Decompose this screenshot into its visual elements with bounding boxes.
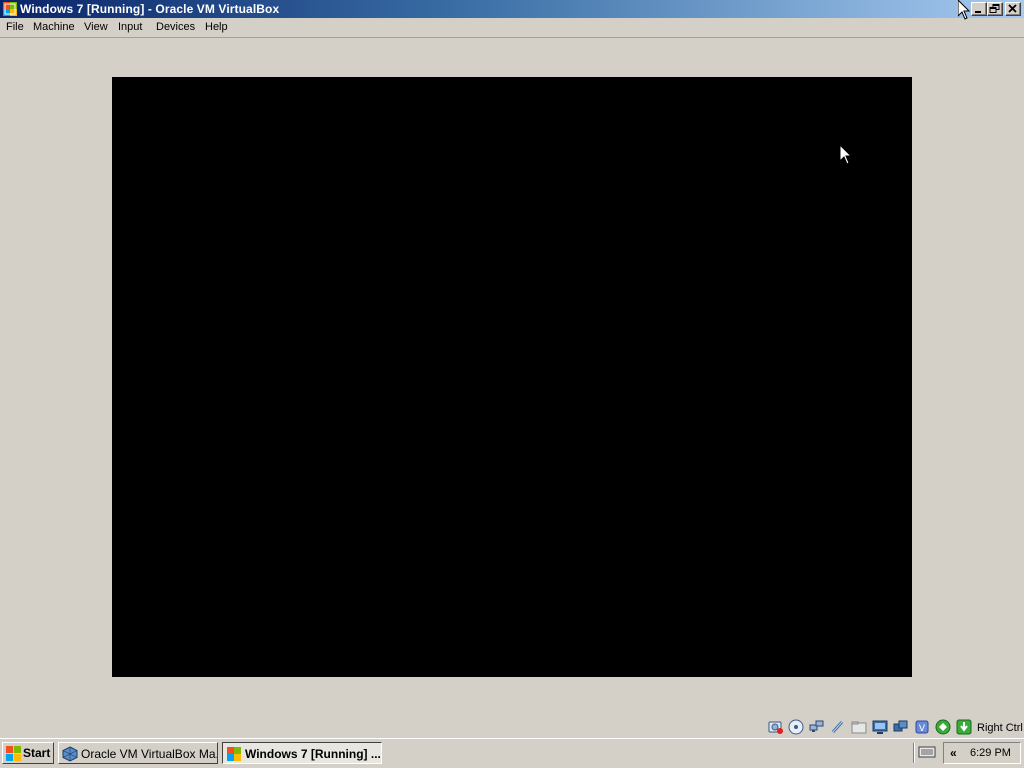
show-hidden-icons-icon[interactable]: « bbox=[950, 746, 957, 760]
shared-folder-icon[interactable] bbox=[851, 719, 867, 735]
vm-display[interactable] bbox=[112, 77, 912, 677]
taskbar: Start Oracle VM VirtualBox Ma... Windows… bbox=[0, 738, 1024, 768]
virtualbox-icon bbox=[62, 746, 78, 762]
usb-icon[interactable] bbox=[830, 719, 846, 735]
task-label: Windows 7 [Running] ... bbox=[245, 747, 381, 761]
close-button[interactable] bbox=[1005, 2, 1021, 16]
menu-view[interactable]: View bbox=[84, 21, 108, 33]
video-capture-icon[interactable] bbox=[893, 719, 909, 735]
display-icon[interactable] bbox=[872, 719, 888, 735]
minimize-icon bbox=[975, 11, 981, 13]
svg-text:V: V bbox=[919, 724, 926, 734]
virtualbox-vm-icon bbox=[227, 747, 241, 761]
clock[interactable]: 6:29 PM bbox=[970, 747, 1011, 759]
task-virtualbox-manager[interactable]: Oracle VM VirtualBox Ma... bbox=[58, 742, 218, 764]
host-key-label: Right Ctrl bbox=[977, 722, 1023, 734]
hard-disk-icon[interactable] bbox=[768, 719, 784, 735]
task-windows7-running[interactable]: Windows 7 [Running] ... bbox=[222, 742, 382, 764]
optical-drive-icon[interactable] bbox=[788, 719, 804, 735]
restore-icon bbox=[989, 4, 1000, 13]
menu-machine[interactable]: Machine bbox=[33, 21, 75, 33]
start-label: Start bbox=[23, 746, 51, 760]
title-bar[interactable]: Windows 7 [Running] - Oracle VM VirtualB… bbox=[0, 0, 1024, 18]
windows-logo-icon bbox=[6, 746, 21, 761]
start-button[interactable]: Start bbox=[2, 742, 54, 764]
mouse-pointer-icon bbox=[840, 145, 852, 165]
host-mouse-pointer-icon bbox=[958, 0, 970, 20]
tray-separator bbox=[913, 743, 915, 763]
menu-devices[interactable]: Devices bbox=[156, 21, 195, 33]
virtualbox-window: Windows 7 [Running] - Oracle VM VirtualB… bbox=[0, 0, 1024, 738]
menu-bar: File Machine View Input Devices Help bbox=[0, 18, 1024, 38]
virtualbox-window-icon bbox=[3, 2, 17, 16]
menu-help[interactable]: Help bbox=[205, 21, 228, 33]
menu-file[interactable]: File bbox=[6, 21, 24, 33]
mouse-integration-icon[interactable] bbox=[935, 719, 951, 735]
restore-button[interactable] bbox=[987, 2, 1003, 16]
menu-input[interactable]: Input bbox=[118, 21, 142, 33]
keyboard-capture-icon[interactable] bbox=[956, 719, 972, 735]
minimize-button[interactable] bbox=[971, 2, 987, 16]
system-tray: « 6:29 PM bbox=[943, 742, 1021, 764]
network-icon[interactable] bbox=[809, 719, 825, 735]
window-title: Windows 7 [Running] - Oracle VM VirtualB… bbox=[20, 2, 280, 16]
cpu-virtualization-icon[interactable]: V bbox=[914, 719, 930, 735]
task-label: Oracle VM VirtualBox Ma... bbox=[81, 747, 218, 761]
close-icon bbox=[1008, 4, 1017, 13]
keyboard-layout-icon[interactable] bbox=[918, 745, 936, 759]
